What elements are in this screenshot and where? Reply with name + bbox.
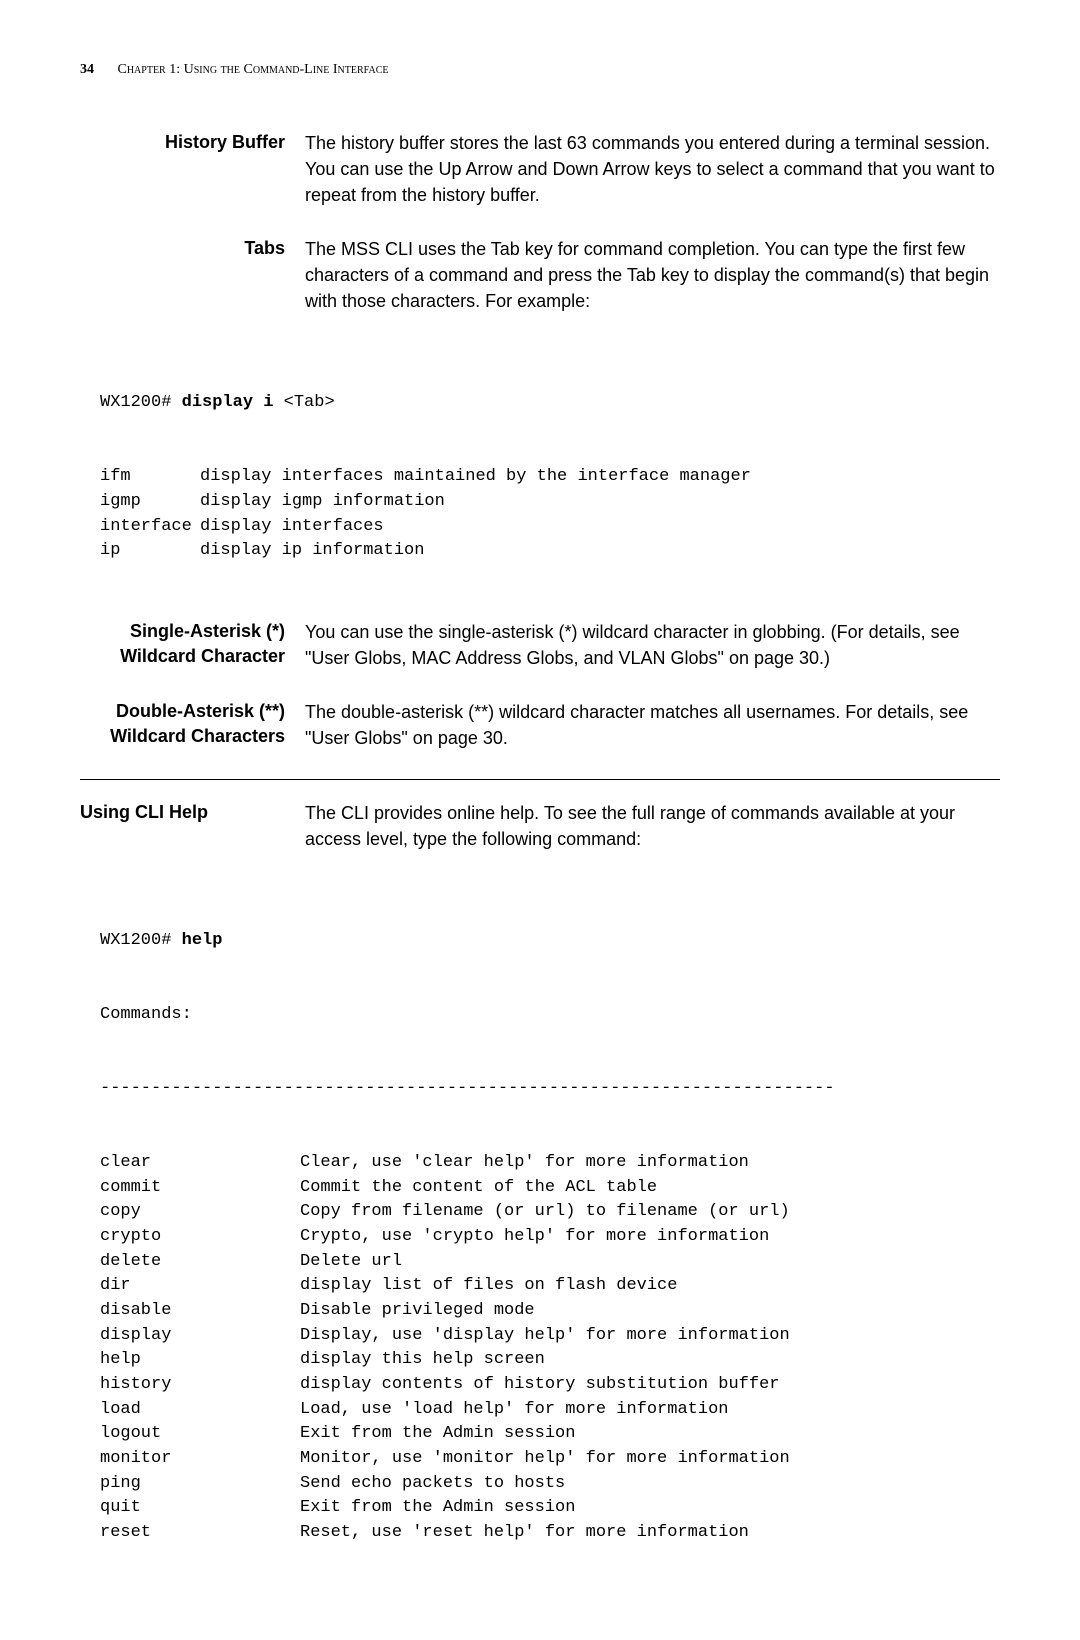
cli-output-row: resetReset, use 'reset help' for more in…: [100, 1521, 1000, 1546]
cli-output-row: logoutExit from the Admin session: [100, 1422, 1000, 1447]
cli-cmd-desc: Send echo packets to hosts: [300, 1474, 565, 1493]
cli-output-row: ipdisplay ip information: [100, 539, 1000, 564]
cli-output-row: quitExit from the Admin session: [100, 1496, 1000, 1521]
cli-cmd-name: igmp: [100, 490, 200, 515]
cli-cmd-name: ifm: [100, 465, 200, 490]
cli-cmd-desc: Delete url: [300, 1252, 402, 1271]
cli-output-row: ifmdisplay interfaces maintained by the …: [100, 465, 1000, 490]
cli-cmd-name: ip: [100, 539, 200, 564]
cli-cmd-desc: Commit the content of the ACL table: [300, 1178, 657, 1197]
cli-output-row: deleteDelete url: [100, 1250, 1000, 1275]
help-code-block: WX1200# help Commands: -----------------…: [100, 880, 1000, 1570]
cli-cmd-desc: Exit from the Admin session: [300, 1424, 575, 1443]
section-label: Double-Asterisk (**) Wildcard Characters: [80, 699, 305, 749]
cli-output-row: clearClear, use 'clear help' for more in…: [100, 1151, 1000, 1176]
section-double-asterisk: Double-Asterisk (**) Wildcard Characters…: [80, 699, 1000, 751]
cli-cmd-name: delete: [100, 1250, 300, 1275]
section-body: The history buffer stores the last 63 co…: [305, 130, 1000, 208]
cli-cmd-name: monitor: [100, 1447, 300, 1472]
section-label: Single-Asterisk (*) Wildcard Character: [80, 619, 305, 669]
cli-cmd-name: logout: [100, 1422, 300, 1447]
section-tabs: Tabs The MSS CLI uses the Tab key for co…: [80, 236, 1000, 314]
chapter-title: Chapter 1: Using the Command-Line Interf…: [118, 62, 389, 77]
cli-cmd-desc: Load, use 'load help' for more informati…: [300, 1400, 728, 1419]
section-body: The MSS CLI uses the Tab key for command…: [305, 236, 1000, 314]
section-history-buffer: History Buffer The history buffer stores…: [80, 130, 1000, 208]
cli-output-row: disableDisable privileged mode: [100, 1299, 1000, 1324]
section-label: History Buffer: [80, 130, 305, 155]
cli-output-row: loadLoad, use 'load help' for more infor…: [100, 1398, 1000, 1423]
cli-prompt: WX1200#: [100, 931, 182, 950]
section-divider: [80, 779, 1000, 780]
cli-cmd-desc: Copy from filename (or url) to filename …: [300, 1202, 790, 1221]
cli-output-row: commitCommit the content of the ACL tabl…: [100, 1176, 1000, 1201]
cli-cmd-desc: display ip information: [200, 541, 424, 560]
cli-output-row: dirdisplay list of files on flash device: [100, 1274, 1000, 1299]
cli-output-row: interfacedisplay interfaces: [100, 515, 1000, 540]
cli-prompt: WX1200#: [100, 393, 182, 412]
cli-output-row: cryptoCrypto, use 'crypto help' for more…: [100, 1225, 1000, 1250]
cli-cmd-desc: Disable privileged mode: [300, 1301, 535, 1320]
cli-cmd-name: interface: [100, 515, 200, 540]
cli-cmd-desc: Crypto, use 'crypto help' for more infor…: [300, 1227, 769, 1246]
section-body: The double-asterisk (**) wildcard charac…: [305, 699, 1000, 751]
cli-typed: help: [182, 931, 223, 950]
cli-cmd-name: reset: [100, 1521, 300, 1546]
cli-cmd-name: help: [100, 1348, 300, 1373]
tabs-code-block: WX1200# display i <Tab> ifmdisplay inter…: [100, 342, 1000, 588]
cli-output-row: copyCopy from filename (or url) to filen…: [100, 1200, 1000, 1225]
cli-cmd-name: ping: [100, 1472, 300, 1497]
section-main-heading: Using CLI Help: [80, 800, 305, 825]
help-separator: ----------------------------------------…: [100, 1077, 1000, 1102]
page-number: 34: [80, 62, 94, 77]
cli-typed: display i: [182, 393, 284, 412]
cli-cmd-desc: Display, use 'display help' for more inf…: [300, 1326, 790, 1345]
cli-cmd-desc: Reset, use 'reset help' for more informa…: [300, 1523, 749, 1542]
section-body: The CLI provides online help. To see the…: [305, 800, 1000, 852]
cli-cmd-desc: display this help screen: [300, 1350, 545, 1369]
help-commands-label: Commands:: [100, 1003, 1000, 1028]
page-header: 34 Chapter 1: Using the Command-Line Int…: [80, 60, 1000, 80]
cli-cmd-name: clear: [100, 1151, 300, 1176]
cli-output-row: igmpdisplay igmp information: [100, 490, 1000, 515]
cli-cmd-name: commit: [100, 1176, 300, 1201]
section-single-asterisk: Single-Asterisk (*) Wildcard Character Y…: [80, 619, 1000, 671]
cli-cmd-name: history: [100, 1373, 300, 1398]
cli-cmd-desc: Clear, use 'clear help' for more informa…: [300, 1153, 749, 1172]
cli-output-row: monitorMonitor, use 'monitor help' for m…: [100, 1447, 1000, 1472]
cli-cmd-name: load: [100, 1398, 300, 1423]
cli-output-row: pingSend echo packets to hosts: [100, 1472, 1000, 1497]
cli-cmd-name: crypto: [100, 1225, 300, 1250]
cli-cmd-name: dir: [100, 1274, 300, 1299]
cli-cmd-desc: Monitor, use 'monitor help' for more inf…: [300, 1449, 790, 1468]
section-label: Tabs: [80, 236, 305, 261]
cli-cmd-name: copy: [100, 1200, 300, 1225]
cli-key: <Tab>: [284, 393, 335, 412]
section-body: You can use the single-asterisk (*) wild…: [305, 619, 1000, 671]
section-using-cli-help: Using CLI Help The CLI provides online h…: [80, 800, 1000, 852]
cli-cmd-desc: display list of files on flash device: [300, 1276, 677, 1295]
cli-output-row: historydisplay contents of history subst…: [100, 1373, 1000, 1398]
cli-cmd-name: quit: [100, 1496, 300, 1521]
cli-output-row: displayDisplay, use 'display help' for m…: [100, 1324, 1000, 1349]
cli-cmd-desc: display interfaces maintained by the int…: [200, 467, 751, 486]
cli-cmd-desc: display interfaces: [200, 517, 384, 536]
cli-cmd-name: disable: [100, 1299, 300, 1324]
cli-cmd-desc: display contents of history substitution…: [300, 1375, 779, 1394]
cli-cmd-name: display: [100, 1324, 300, 1349]
cli-output-row: helpdisplay this help screen: [100, 1348, 1000, 1373]
cli-cmd-desc: display igmp information: [200, 492, 445, 511]
cli-cmd-desc: Exit from the Admin session: [300, 1498, 575, 1517]
